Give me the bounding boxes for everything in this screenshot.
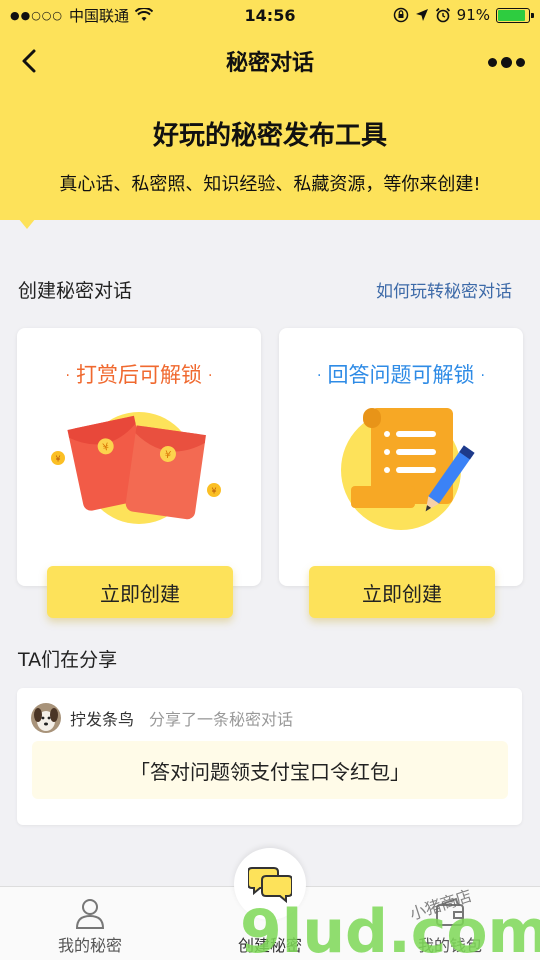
carrier-label: 中国联通: [69, 6, 130, 25]
share-quote[interactable]: 「答对问题领支付宝口令红包」: [32, 741, 508, 799]
red-envelope-icon: ¥ ¥ ¥ ¥: [51, 412, 221, 524]
tab-label: 我的秘密: [57, 936, 122, 955]
nav-bar: 秘密对话: [0, 30, 540, 92]
create-answer-button[interactable]: 立即创建: [309, 566, 495, 618]
create-center-button[interactable]: [234, 848, 306, 920]
status-bar: ●●○○○ 中国联通 14:56 91%: [0, 0, 540, 30]
alarm-icon: [435, 7, 450, 23]
page-title: 秘密对话: [225, 51, 314, 76]
signal-dots-icon: ●●○○○: [10, 8, 63, 22]
scroll-pencil-icon: [341, 408, 475, 530]
create-reward-button[interactable]: 立即创建: [47, 566, 233, 618]
how-to-play-link[interactable]: 如何玩转秘密对话: [376, 277, 512, 302]
more-dot-icon: [487, 57, 497, 67]
more-dot-icon: [500, 56, 512, 68]
more-dot-icon: [515, 57, 525, 67]
card-title-reward: · 打赏后可解锁 ·: [65, 363, 213, 387]
share-item[interactable]: 拧发条鸟 分享了一条秘密对话 「答对问题领支付宝口令红包」: [17, 688, 522, 825]
battery-icon: [496, 7, 534, 23]
svg-text:¥: ¥: [55, 455, 60, 464]
rotation-lock-icon: [393, 7, 408, 23]
answer-unlock-card[interactable]: · 回答问题可解锁 ·: [279, 328, 523, 586]
tab-label: 创建秘密: [237, 936, 302, 955]
dog-avatar-icon: [31, 703, 61, 733]
banner-subtitle: 真心话、私密照、知识经验、私藏资源，等你来创建!: [59, 174, 481, 195]
create-section-header: 创建秘密对话 如何玩转秘密对话: [18, 276, 512, 303]
battery-level: [498, 9, 526, 21]
status-right: 91%: [393, 6, 534, 24]
tab-my-secrets[interactable]: 我的秘密: [0, 887, 180, 960]
wallet-icon: [436, 897, 464, 926]
person-icon: [75, 899, 105, 929]
share-action-text: 分享了一条秘密对话: [149, 710, 294, 729]
tab-my-wallet[interactable]: 我的钱包: [360, 887, 540, 960]
tab-label: 我的钱包: [417, 936, 482, 955]
share-user-row: 拧发条鸟 分享了一条秘密对话: [31, 703, 293, 733]
location-icon: [415, 9, 428, 21]
banner-title: 好玩的秘密发布工具: [152, 121, 387, 151]
card-title-text: 回答问题可解锁: [327, 363, 475, 387]
svg-text:¥: ¥: [211, 487, 216, 496]
more-button[interactable]: [486, 52, 526, 72]
avatar[interactable]: [31, 703, 61, 733]
share-section-title: TA们在分享: [18, 649, 118, 671]
share-user-name[interactable]: 拧发条鸟: [70, 706, 134, 730]
card-title-answer: · 回答问题可解锁 ·: [317, 363, 485, 387]
reward-unlock-card[interactable]: · 打赏后可解锁 · ¥ ¥ ¥ ¥: [17, 328, 261, 586]
chevron-left-icon: [22, 49, 36, 73]
create-section-title: 创建秘密对话: [18, 280, 133, 302]
card-title-text: 打赏后可解锁: [76, 363, 202, 387]
header-notch: [18, 218, 36, 229]
battery-percent: 91%: [456, 6, 490, 24]
back-button[interactable]: [12, 43, 48, 79]
header: 秘密对话 好玩的秘密发布工具 真心话、私密照、知识经验、私藏资源，等你来创建!: [0, 30, 540, 220]
status-left: ●●○○○ 中国联通: [10, 5, 154, 26]
chat-bubbles-icon: [248, 867, 292, 904]
wifi-icon: [135, 8, 154, 21]
